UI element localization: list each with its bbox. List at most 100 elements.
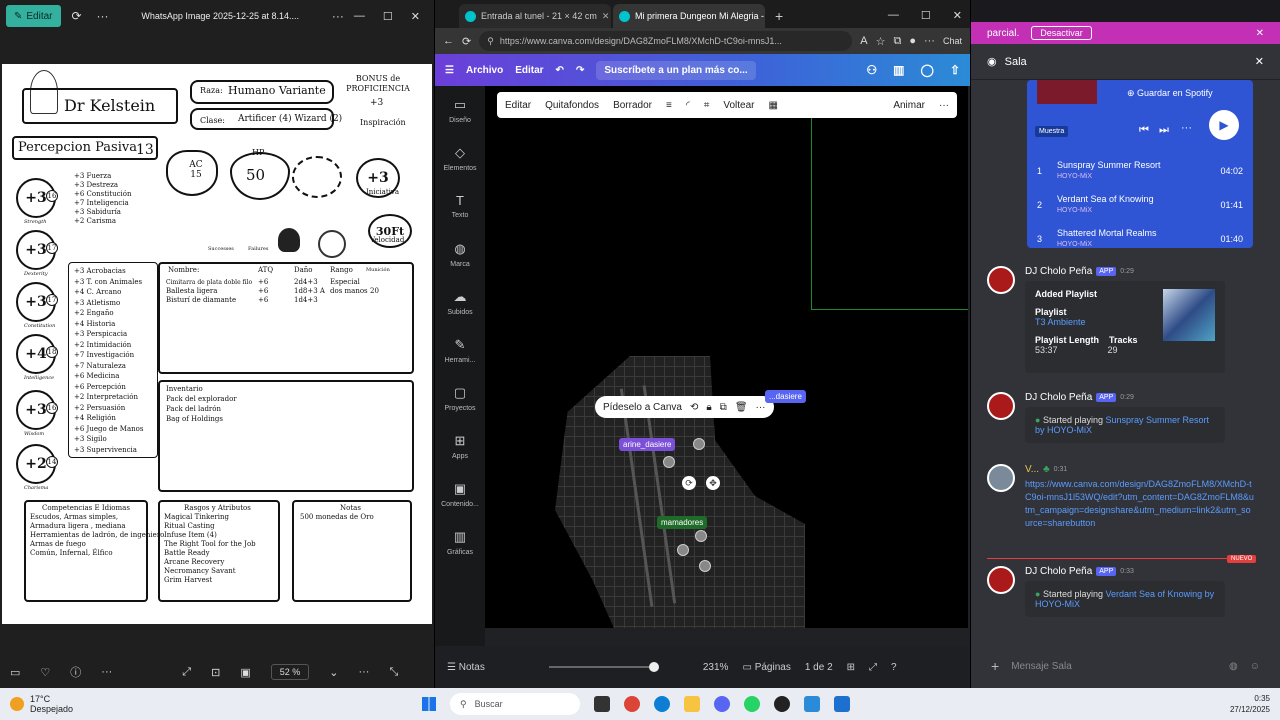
message-input[interactable]: + Mensaje Sala ◍ ☺ <box>983 652 1268 680</box>
file-menu[interactable]: Archivo <box>466 65 503 76</box>
track-row[interactable]: 2 Verdant Sea of Knowing HOYO-MiX 01:41 <box>1027 188 1253 222</box>
transparency-icon[interactable]: ▦ <box>768 100 777 111</box>
zoom-slider-knob[interactable] <box>648 662 659 672</box>
sidebar-item-proyectos[interactable]: ▢ Proyectos <box>435 374 485 422</box>
file-explorer-icon[interactable] <box>684 696 700 712</box>
chevron-down-icon[interactable]: ⌄ <box>329 666 338 679</box>
analytics-icon[interactable]: ▥ <box>893 63 904 77</box>
fit-icon[interactable]: ⤢ <box>182 666 191 679</box>
favorite-icon[interactable]: ☆ <box>876 35 886 48</box>
character-token[interactable] <box>663 456 675 468</box>
heart-icon[interactable]: ♡ <box>40 666 50 679</box>
avatar[interactable] <box>987 392 1015 420</box>
notepad-icon[interactable] <box>834 696 850 712</box>
lines-icon[interactable]: ≡ <box>666 100 672 111</box>
more-icon[interactable]: ··· <box>101 666 112 678</box>
more-icon[interactable]: ··· <box>939 100 949 111</box>
collections-icon[interactable]: ⧉ <box>893 35 901 48</box>
viewer-edit-button[interactable]: ✎ Editar <box>6 5 61 27</box>
taskbar-search[interactable]: ⚲ Buscar <box>450 693 580 715</box>
character-token[interactable] <box>695 530 707 542</box>
design-page[interactable]: Pídeselo a Canva ⟲ 🔒︎ ⧉ 🗑︎ ··· arine_das… <box>485 86 968 628</box>
grid-view-icon[interactable]: ⊞ <box>847 662 855 673</box>
toolbar-edit[interactable]: Editar <box>505 100 531 111</box>
comment-icon[interactable]: ◯ <box>921 63 934 77</box>
add-icon[interactable]: + <box>991 658 999 674</box>
fullscreen-icon[interactable]: ⤢ <box>869 662 877 673</box>
discord-icon[interactable] <box>714 696 730 712</box>
gif-icon[interactable]: ◍ <box>1229 661 1238 672</box>
previous-icon[interactable]: ⏮ <box>1139 124 1149 137</box>
username[interactable]: DJ Cholo Peña <box>1025 266 1092 277</box>
zoom-level[interactable]: 52 % <box>270 664 310 680</box>
info-icon[interactable]: ⓘ <box>70 664 81 680</box>
shared-link[interactable]: https://www.canva.com/design/DAG8ZmoFLM8… <box>1025 478 1255 530</box>
undo-icon[interactable]: ↶ <box>556 65 564 76</box>
new-tab-button[interactable]: + <box>767 8 791 28</box>
avatar[interactable] <box>987 464 1015 492</box>
tab-entrada-tunel[interactable]: Entrada al tunel - 21 × 42 cm ✕ <box>459 4 611 28</box>
pages-button[interactable]: ▭ Páginas <box>742 662 790 673</box>
tab-mi-primera-dungeon[interactable]: Mi primera Dungeon Mi Alegria -✕ <box>613 4 765 28</box>
menu-icon[interactable]: ☰ <box>445 65 454 76</box>
edge-icon[interactable] <box>654 696 670 712</box>
character-token[interactable] <box>699 560 711 572</box>
crop-icon[interactable]: ⌗ <box>704 100 710 111</box>
profile-avatar[interactable]: ● <box>909 35 916 47</box>
maximize-icon[interactable]: ☐ <box>383 10 393 23</box>
taskbar-clock[interactable]: 0:35 27/12/2025 <box>1230 693 1280 715</box>
windows-start-icon[interactable] <box>422 697 436 711</box>
task-view-icon[interactable] <box>594 696 610 712</box>
deactivate-button[interactable]: Desactivar <box>1031 26 1092 40</box>
actual-size-icon[interactable]: ⊡ <box>211 666 220 679</box>
read-aloud-icon[interactable]: A <box>860 35 867 47</box>
more-icon[interactable]: ··· <box>1181 122 1192 134</box>
help-icon[interactable]: ? <box>891 662 897 673</box>
back-icon[interactable]: ← <box>443 35 454 47</box>
toolbar-remove-bg[interactable]: Quitafondos <box>545 100 599 111</box>
sidebar-item-marca[interactable]: ◍ Marca <box>435 230 485 278</box>
redo-icon[interactable]: ↷ <box>576 65 584 76</box>
ask-canva-button[interactable]: Pídeselo a Canva <box>603 402 682 413</box>
close-icon[interactable]: ✕ <box>1255 55 1264 68</box>
next-icon[interactable]: ⏭ <box>1159 124 1169 137</box>
sidebar-item-subidos[interactable]: ☁ Subidos <box>435 278 485 326</box>
toolbar-eraser[interactable]: Borrador <box>613 100 652 111</box>
edit-menu[interactable]: Editar <box>515 65 543 76</box>
move-handle-icon[interactable]: ✥ <box>706 476 720 490</box>
more-icon[interactable]: ··· <box>358 666 369 678</box>
character-token[interactable] <box>677 544 689 556</box>
copilot-chat-button[interactable]: Chat <box>943 36 962 46</box>
trash-icon[interactable]: 🗑︎ <box>735 402 748 413</box>
share-icon[interactable]: ⇧ <box>950 63 960 77</box>
sidebar-item-diseno[interactable]: ▭ Diseño <box>435 86 485 134</box>
lock-icon[interactable]: 🔒︎ <box>706 402 711 413</box>
character-token[interactable] <box>693 438 705 450</box>
maximize-icon[interactable]: ☐ <box>921 9 931 22</box>
view-icon[interactable]: ▣ <box>240 666 250 679</box>
track-row[interactable]: 1 Sunspray Summer Resort HOYO-MiX 04:02 <box>1027 154 1253 188</box>
rotate-handle-icon[interactable]: ⟳ <box>682 476 696 490</box>
username[interactable]: DJ Cholo Peña <box>1025 566 1092 577</box>
username[interactable]: V... <box>1025 464 1039 475</box>
zoom-slider[interactable] <box>548 662 659 672</box>
zoom-percent[interactable]: 231% <box>703 662 729 673</box>
app-icon[interactable] <box>774 696 790 712</box>
close-icon[interactable]: ✕ <box>953 9 962 22</box>
reload-icon[interactable]: ⟳ <box>462 35 471 48</box>
toolbar-animate[interactable]: Animar <box>893 100 925 111</box>
more-icon[interactable]: ··· <box>756 402 766 413</box>
minimize-icon[interactable]: — <box>888 9 899 22</box>
notes-button[interactable]: ☰ Notas <box>447 662 485 673</box>
emoji-icon[interactable]: ☺ <box>1250 661 1260 672</box>
sidebar-item-elementos[interactable]: ◇ Elementos <box>435 134 485 182</box>
save-to-spotify-button[interactable]: ⊕ Guardar en Spotify <box>1127 88 1213 99</box>
more-icon[interactable]: ··· <box>328 9 348 23</box>
share-people-icon[interactable]: ⚇ <box>866 63 877 77</box>
more-icon[interactable]: ··· <box>924 35 935 47</box>
close-icon[interactable]: ✕ <box>411 10 420 23</box>
whatsapp-icon[interactable] <box>744 696 760 712</box>
track-row[interactable]: 3 Shattered Mortal Realms HOYO-MiX 01:40 <box>1027 222 1253 248</box>
more-icon[interactable]: ··· <box>93 9 113 23</box>
corner-icon[interactable]: ◜ <box>686 100 690 111</box>
